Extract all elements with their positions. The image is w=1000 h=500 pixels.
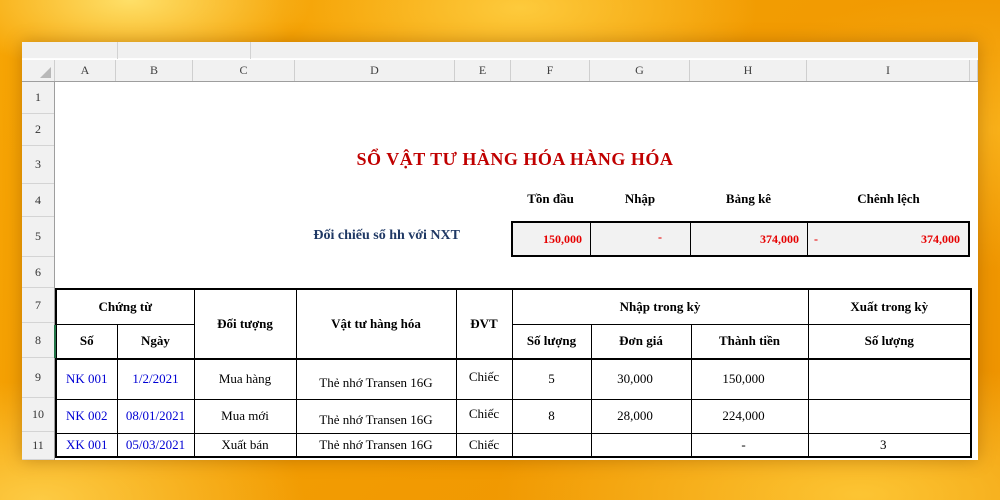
summary-value-chenh-lech[interactable]: - 374,000 — [808, 223, 968, 255]
column-header-e[interactable]: E — [455, 60, 511, 81]
namebox-divider — [117, 42, 118, 59]
table-row: XK 001 05/03/2021 Xuất bán Thẻ nhớ Trans… — [55, 432, 972, 458]
cell-vat-tu[interactable]: Thẻ nhớ Transen 16G — [295, 432, 457, 458]
cell-so-luong-nhap[interactable] — [511, 432, 592, 458]
header-vat-tu[interactable]: Vật tư hàng hóa — [295, 288, 457, 360]
column-header-i[interactable]: I — [807, 60, 970, 81]
header-dvt[interactable]: ĐVT — [455, 288, 513, 360]
column-header-h[interactable]: H — [690, 60, 807, 81]
summary-value-ton-dau[interactable]: 150,000 — [513, 223, 591, 255]
cell-dvt[interactable]: Chiếc — [455, 432, 513, 458]
row-header-4[interactable]: 4 — [22, 184, 54, 217]
cell-doc-number[interactable]: NK 002 — [55, 398, 118, 434]
row-header-2[interactable]: 2 — [22, 114, 54, 146]
row-header-3[interactable]: 3 — [22, 146, 54, 184]
row-header-1[interactable]: 1 — [22, 82, 54, 114]
summary-value-nhap[interactable]: - — [591, 223, 691, 255]
header-xuat-trong-ky[interactable]: Xuất trong kỳ — [807, 288, 972, 325]
formula-bar-edge — [22, 42, 978, 59]
cell-so-luong-xuat[interactable] — [807, 398, 972, 434]
table-row: NK 002 08/01/2021 Mua mới Thẻ nhớ Transe… — [55, 398, 972, 434]
cell-don-gia[interactable]: 28,000 — [590, 398, 692, 434]
cell-don-gia[interactable]: 30,000 — [590, 358, 692, 400]
chenh-lech-value: 374,000 — [921, 231, 960, 246]
column-header-d[interactable]: D — [295, 60, 455, 81]
column-header-g[interactable]: G — [590, 60, 690, 81]
header-doi-tuong[interactable]: Đối tượng — [193, 288, 297, 360]
header-chung-tu[interactable]: Chứng từ — [55, 288, 195, 325]
cell-doi-tuong[interactable]: Xuất bán — [193, 432, 297, 458]
table-row: NK 001 1/2/2021 Mua hàng Thẻ nhớ Transen… — [55, 358, 972, 400]
cell-date[interactable]: 1/2/2021 — [116, 358, 195, 400]
cell-vat-tu[interactable]: Thẻ nhớ Transen 16G — [295, 398, 457, 434]
formula-divider — [250, 42, 251, 59]
row-header-10[interactable]: 10 — [22, 398, 54, 432]
cell-date[interactable]: 08/01/2021 — [116, 398, 195, 434]
cell-thanh-tien[interactable]: 150,000 — [690, 358, 809, 400]
summary-value-strip: 150,000 - 374,000 - 374,000 — [511, 221, 970, 257]
cell-thanh-tien[interactable]: 224,000 — [690, 398, 809, 434]
cell-so-luong-xuat[interactable]: 3 — [807, 432, 972, 458]
column-header-b[interactable]: B — [116, 60, 193, 81]
chenh-lech-sign: - — [814, 231, 818, 246]
header-ngay[interactable]: Ngày — [116, 323, 195, 360]
cell-dvt[interactable]: Chiếc — [455, 398, 513, 434]
row-headers: 1 2 3 4 5 6 7 8 9 10 11 — [22, 82, 55, 460]
column-header-a[interactable]: A — [55, 60, 116, 81]
summary-header-nhap[interactable]: Nhập — [590, 189, 690, 209]
cell-doi-tuong[interactable]: Mua hàng — [193, 358, 297, 400]
header-so[interactable]: Số — [55, 323, 118, 360]
cell-so-luong-nhap[interactable]: 5 — [511, 358, 592, 400]
select-all-button[interactable] — [22, 60, 55, 81]
header-so-luong-xuat[interactable]: Số lượng — [807, 323, 972, 360]
summary-header-bang-ke[interactable]: Bảng kê — [690, 189, 807, 209]
header-so-luong-nhap[interactable]: Số lượng — [511, 323, 592, 360]
column-headers: A B C D E F G H I — [22, 60, 978, 82]
column-header-c[interactable]: C — [193, 60, 295, 81]
cell-vat-tu[interactable]: Thẻ nhớ Transen 16G — [295, 358, 457, 400]
row-header-6[interactable]: 6 — [22, 257, 54, 288]
column-header-f[interactable]: F — [511, 60, 590, 81]
cell-so-luong-nhap[interactable]: 8 — [511, 398, 592, 434]
select-all-icon — [40, 67, 51, 78]
row-header-5[interactable]: 5 — [22, 217, 54, 257]
cell-don-gia[interactable] — [590, 432, 692, 458]
cell-doc-number[interactable]: XK 001 — [55, 432, 118, 458]
column-header-filler — [970, 60, 978, 81]
summary-header-chenh-lech[interactable]: Chênh lệch — [807, 189, 970, 209]
active-cell-indicator — [54, 325, 56, 358]
cell-doi-tuong[interactable]: Mua mới — [193, 398, 297, 434]
row-header-11[interactable]: 11 — [22, 432, 54, 460]
cell-date[interactable]: 05/03/2021 — [116, 432, 195, 458]
cell-so-luong-xuat[interactable] — [807, 358, 972, 400]
summary-value-bang-ke[interactable]: 374,000 — [691, 223, 808, 255]
row-header-9[interactable]: 9 — [22, 358, 54, 398]
header-don-gia[interactable]: Đơn giá — [590, 323, 692, 360]
header-nhap-trong-ky[interactable]: Nhập trong kỳ — [511, 288, 809, 325]
cell-doc-number[interactable]: NK 001 — [55, 358, 118, 400]
row-header-7[interactable]: 7 — [22, 288, 54, 323]
row-header-8[interactable]: 8 — [22, 323, 54, 358]
cell-thanh-tien[interactable]: - — [690, 432, 809, 458]
inventory-table: Chứng từ Đối tượng Vật tư hàng hóa ĐVT N… — [55, 288, 973, 458]
summary-header-ton-dau[interactable]: Tồn đầu — [511, 189, 590, 209]
spreadsheet-window: A B C D E F G H I 1 2 3 4 5 6 7 8 9 10 1… — [22, 42, 978, 460]
sheet-title[interactable]: SỔ VẬT TƯ HÀNG HÓA HÀNG HÓA — [295, 149, 735, 175]
header-thanh-tien[interactable]: Thành tiền — [690, 323, 809, 360]
cell-dvt[interactable]: Chiếc — [455, 358, 513, 400]
reconcile-label[interactable]: Đối chiếu sổ hh với NXT — [200, 226, 460, 246]
